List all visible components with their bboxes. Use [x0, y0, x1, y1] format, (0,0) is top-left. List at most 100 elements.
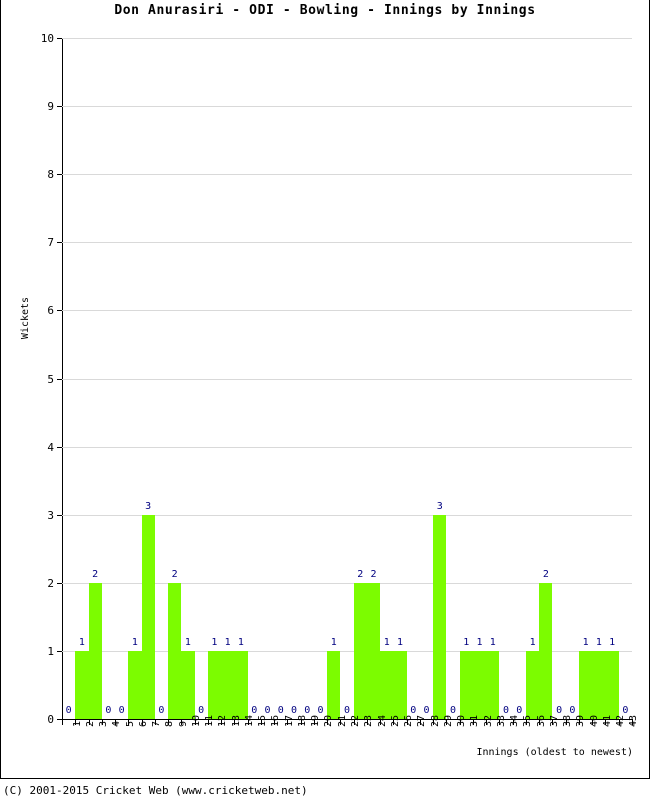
- x-axis-tick-mark: [75, 720, 76, 725]
- x-axis-tick-mark: [168, 720, 169, 725]
- x-axis-tick-label: 34: [509, 714, 521, 727]
- gridline: [62, 174, 632, 176]
- footer-divider: [0, 779, 650, 780]
- x-axis-tick-mark: [115, 720, 116, 725]
- x-axis-tick-mark: [407, 720, 408, 725]
- x-axis-tick-mark: [287, 720, 288, 725]
- x-axis-tick-mark: [128, 720, 129, 725]
- x-axis-tick-label: 7: [151, 720, 163, 727]
- gridline: [62, 242, 632, 244]
- bar[interactable]: [327, 650, 341, 719]
- x-axis-tick-label: 26: [403, 714, 415, 727]
- y-axis-tick-label: 9: [47, 100, 54, 114]
- bar-value-label: 1: [78, 636, 85, 648]
- x-axis-tick-mark: [539, 720, 540, 725]
- x-axis-tick-label: 22: [350, 714, 361, 727]
- x-axis-tick-label: 4: [111, 720, 123, 727]
- bar-value-label: 2: [92, 568, 99, 580]
- bar[interactable]: [605, 650, 619, 719]
- x-axis-tick-mark: [142, 720, 143, 725]
- x-axis-tick-mark: [181, 720, 182, 725]
- y-axis-tick-label: 2: [47, 576, 54, 590]
- x-axis-tick-mark: [420, 720, 421, 725]
- bar-value-label: 1: [383, 636, 390, 648]
- x-axis-tick-label: 14: [243, 714, 255, 727]
- bar-value-label: 1: [237, 636, 244, 648]
- bar[interactable]: [168, 582, 182, 719]
- x-axis-tick-mark: [513, 720, 514, 725]
- bar[interactable]: [221, 650, 235, 719]
- y-axis-tick-label: 1: [47, 644, 54, 658]
- x-axis-tick-mark: [499, 720, 500, 725]
- bar[interactable]: [234, 650, 248, 719]
- bar-value-label: 1: [595, 636, 602, 648]
- x-axis-tick-label: 38: [562, 714, 574, 727]
- x-axis-tick-mark: [446, 720, 447, 725]
- bar-value-label: 0: [118, 705, 125, 716]
- x-axis-tick-label: 18: [296, 714, 308, 727]
- x-axis-tick-label: 6: [137, 720, 149, 727]
- bar[interactable]: [578, 650, 593, 719]
- bar[interactable]: [366, 582, 381, 719]
- x-axis-tick-mark: [327, 720, 328, 725]
- x-axis-tick-mark: [566, 720, 567, 725]
- gridline: [62, 38, 632, 39]
- x-axis-tick-mark: [619, 720, 620, 725]
- x-axis-tick-mark: [473, 720, 474, 725]
- x-axis-tick-mark: [552, 720, 553, 725]
- x-axis-tick-label: 3: [98, 720, 110, 727]
- bar[interactable]: [486, 650, 500, 719]
- bar-value-label: 1: [184, 636, 191, 648]
- bar[interactable]: [75, 650, 89, 719]
- bar-value-label: 1: [582, 636, 589, 648]
- x-axis-tick-label: 39: [575, 714, 587, 727]
- bar[interactable]: [181, 650, 195, 719]
- y-axis-tick-label: 5: [47, 372, 54, 386]
- x-axis-tick-mark: [433, 720, 434, 725]
- gridline: [62, 446, 632, 448]
- x-axis-tick-mark: [248, 720, 249, 725]
- x-axis-tick-mark: [195, 720, 196, 725]
- y-axis-tick-label: 4: [47, 440, 54, 454]
- y-axis-tick-label: 7: [47, 236, 54, 250]
- bar-value-label: 1: [224, 636, 231, 648]
- x-axis-tick-mark: [274, 720, 275, 725]
- bar-value-label: 1: [211, 636, 218, 648]
- bar-value-label: 3: [145, 500, 152, 512]
- x-axis-tick-mark: [102, 720, 103, 725]
- bar[interactable]: [393, 650, 407, 719]
- bar[interactable]: [141, 514, 155, 719]
- bar[interactable]: [353, 582, 367, 719]
- x-axis-tick-label: 20: [323, 714, 335, 727]
- bar[interactable]: [380, 650, 394, 719]
- x-axis-tick-label: 23: [363, 714, 375, 727]
- x-axis-tick-label: 35: [522, 714, 534, 727]
- bar[interactable]: [433, 514, 447, 719]
- x-axis-tick-mark: [301, 720, 302, 725]
- x-axis-tick-mark: [579, 720, 580, 725]
- bar[interactable]: [128, 650, 142, 719]
- x-axis-tick-mark: [234, 720, 235, 725]
- x-axis-tick-mark: [380, 720, 381, 725]
- x-axis-tick-mark: [393, 720, 394, 725]
- bar[interactable]: [592, 650, 606, 719]
- bar[interactable]: [88, 582, 102, 719]
- x-axis-tick-label: 43: [628, 714, 640, 727]
- bar[interactable]: [472, 650, 487, 719]
- x-axis-tick-mark: [592, 720, 593, 725]
- x-axis-tick-mark: [221, 720, 222, 725]
- x-axis-tick-mark: [208, 720, 209, 725]
- bar[interactable]: [459, 650, 473, 719]
- bar-value-label: 2: [171, 568, 178, 580]
- y-axis-tick-label: 0: [47, 713, 54, 726]
- x-axis-tick-label: 19: [310, 714, 322, 727]
- x-axis-tick-mark: [632, 720, 633, 725]
- bar-value-label: 1: [529, 636, 536, 648]
- bar[interactable]: [207, 650, 222, 719]
- x-axis-tick-label: 31: [469, 714, 481, 727]
- x-axis-tick-label: 15: [257, 714, 269, 727]
- bar-value-label: 1: [609, 636, 616, 648]
- x-axis-tick-mark: [354, 720, 355, 725]
- bar[interactable]: [525, 650, 540, 719]
- bar[interactable]: [539, 582, 553, 719]
